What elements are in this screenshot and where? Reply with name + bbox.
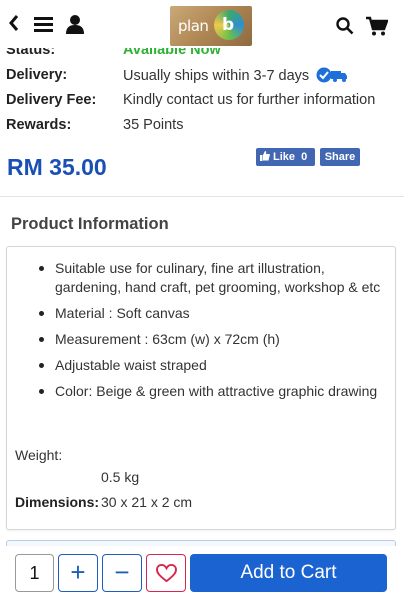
logo-text: plan bbox=[178, 17, 209, 35]
app-header: plan b bbox=[0, 0, 404, 48]
weight-value: 0.5 kg bbox=[101, 469, 140, 485]
delivery-fee-value: Kindly contact us for further informatio… bbox=[123, 92, 376, 108]
cart-icon[interactable] bbox=[366, 16, 389, 41]
quantity-input[interactable]: 1 bbox=[15, 554, 54, 592]
section-divider bbox=[0, 196, 404, 197]
like-label: Like bbox=[273, 151, 296, 163]
add-to-cart-button[interactable]: Add to Cart bbox=[190, 554, 387, 592]
store-logo[interactable]: plan b bbox=[170, 6, 252, 46]
purchase-bar: 1 + − Add to Cart bbox=[0, 546, 404, 598]
logo-letter: b bbox=[222, 15, 235, 35]
decrease-quantity-button[interactable]: − bbox=[102, 554, 142, 592]
like-count: 0 bbox=[301, 151, 308, 163]
product-details: Status: Available Now Delivery: Usually … bbox=[6, 40, 398, 140]
wishlist-button[interactable] bbox=[146, 554, 186, 592]
product-price: RM 35.00 bbox=[7, 154, 107, 180]
increase-quantity-button[interactable]: + bbox=[58, 554, 98, 592]
rewards-row: Rewards: 35 Points bbox=[6, 115, 398, 140]
dimensions-label: Dimensions: bbox=[15, 494, 100, 510]
back-chevron-icon[interactable] bbox=[8, 14, 20, 37]
menu-icon[interactable] bbox=[34, 17, 53, 37]
logo-badge: b bbox=[214, 10, 244, 40]
delivery-row: Delivery: Usually ships within 3-7 days bbox=[6, 65, 398, 90]
thumbs-up-icon bbox=[260, 149, 270, 161]
rewards-label: Rewards: bbox=[6, 117, 72, 133]
dimensions-value: 30 x 21 x 2 cm bbox=[101, 494, 193, 510]
list-item: Measurement : 63cm (w) x 72cm (h) bbox=[39, 330, 385, 349]
facebook-share-button[interactable]: Share bbox=[320, 148, 360, 166]
rewards-value: 35 Points bbox=[123, 117, 184, 133]
list-item: Color: Beige & green with attractive gra… bbox=[39, 382, 385, 401]
delivery-fee-label: Delivery Fee: bbox=[6, 92, 97, 108]
product-info-panel: Suitable use for culinary, fine art illu… bbox=[6, 246, 396, 530]
delivery-value: Usually ships within 3-7 days bbox=[123, 68, 310, 84]
delivery-value-wrap: Usually ships within 3-7 days bbox=[123, 67, 348, 87]
weight-label: Weight: bbox=[15, 447, 63, 463]
search-icon[interactable] bbox=[336, 17, 354, 40]
delivery-truck-icon bbox=[316, 67, 348, 87]
list-item: Adjustable waist straped bbox=[39, 356, 385, 375]
delivery-fee-row: Delivery Fee: Kindly contact us for furt… bbox=[6, 90, 398, 115]
product-info-list: Suitable use for culinary, fine art illu… bbox=[39, 259, 385, 408]
delivery-label: Delivery: bbox=[6, 67, 68, 83]
list-item: Suitable use for culinary, fine art illu… bbox=[39, 259, 385, 297]
product-info-title: Product Information bbox=[11, 215, 169, 233]
list-item: Material : Soft canvas bbox=[39, 304, 385, 323]
heart-icon bbox=[156, 564, 177, 583]
account-icon[interactable] bbox=[65, 14, 85, 39]
facebook-like-button[interactable]: Like 0 bbox=[256, 148, 315, 166]
